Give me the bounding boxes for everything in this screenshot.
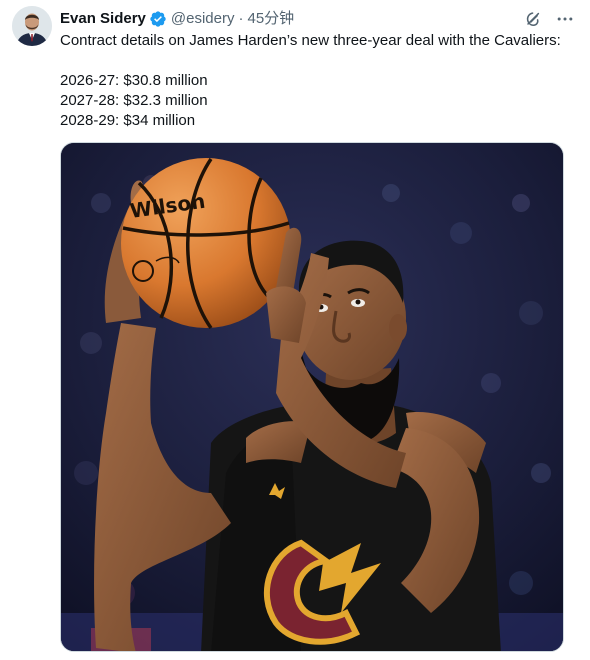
basketball: Wilson [121, 158, 291, 330]
verified-badge-icon[interactable] [149, 10, 167, 28]
more-dots-icon [557, 17, 573, 21]
tweet-text-line: 2027-28: $32.3 million [60, 92, 208, 109]
tweet-timestamp[interactable]: 45分钟 [247, 9, 294, 29]
tweet-text-line: Contract details on James Harden’s new t… [60, 32, 561, 49]
tweet-actions [520, 6, 578, 32]
tweet-text-line: 2028-29: $34 million [60, 112, 196, 129]
tweet-card: Evan Sidery @esidery · 45分钟 Contract det… [0, 0, 590, 660]
author-name[interactable]: Evan Sidery [60, 9, 146, 29]
tweet-text: Contract details on James Harden’s new t… [60, 31, 570, 131]
author-handle[interactable]: @esidery [171, 9, 235, 29]
grok-button[interactable] [520, 6, 546, 32]
header-separator: · [238, 10, 244, 27]
basketball-player-photo: Wilson [61, 143, 563, 651]
more-options-button[interactable] [552, 6, 578, 32]
tweet-text-line: 2026-27: $30.8 million [60, 72, 208, 89]
avatar-portrait-icon [12, 6, 52, 46]
avatar[interactable] [12, 6, 52, 46]
tweet-header: Evan Sidery @esidery · 45分钟 [60, 9, 294, 29]
tweet-media-photo[interactable]: Wilson [60, 142, 564, 652]
grok-icon [526, 12, 540, 27]
